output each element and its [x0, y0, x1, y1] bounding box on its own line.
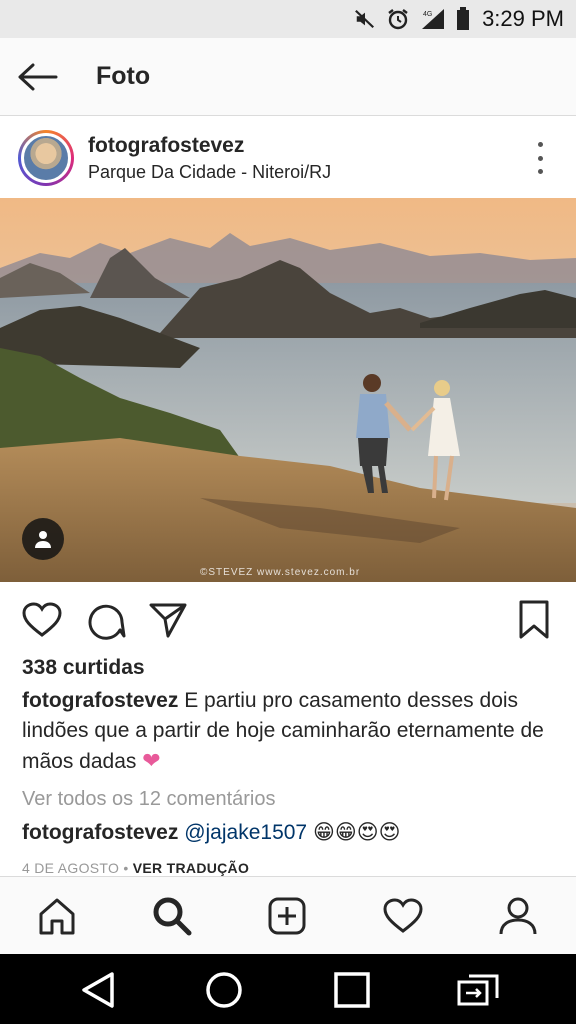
- nav-activity-button[interactable]: [380, 893, 426, 939]
- person-icon: [35, 531, 51, 548]
- status-time: 3:29 PM: [482, 6, 564, 31]
- tag-people-button[interactable]: [22, 518, 64, 560]
- arrow-left-icon: [18, 63, 58, 90]
- add-icon: [268, 897, 306, 935]
- app-bar: Foto: [0, 38, 576, 116]
- screen-cast-icon: [457, 974, 499, 1006]
- nav-profile-button[interactable]: [495, 893, 541, 939]
- home-icon: [39, 898, 75, 935]
- more-options-button[interactable]: [530, 142, 550, 174]
- post-date: 4 DE AGOSTO: [22, 860, 120, 876]
- system-recents-button[interactable]: [330, 968, 374, 1012]
- page-title: Foto: [96, 62, 151, 90]
- post-meta: 4 DE AGOSTO • VER TRADUÇÃO: [22, 860, 249, 876]
- system-navigation-bar: [0, 954, 576, 1024]
- view-all-comments-link[interactable]: Ver todos os 12 comentários: [22, 788, 275, 811]
- meta-separator: •: [119, 860, 133, 876]
- share-icon: [149, 603, 187, 638]
- comment-icon: [88, 604, 126, 640]
- alarm-icon: [386, 7, 410, 31]
- caption-username[interactable]: fotografostevez: [22, 689, 178, 712]
- back-button[interactable]: [0, 38, 76, 116]
- bottom-nav: [0, 876, 576, 954]
- signal-icon: 4G: [420, 7, 446, 31]
- comment-username[interactable]: fotografostevez: [22, 821, 178, 844]
- svg-text:4G: 4G: [423, 11, 432, 18]
- photo-watermark: ©STEVEZ www.stevez.com.br: [200, 567, 361, 578]
- avatar-image: [21, 133, 71, 183]
- activity-icon: [383, 898, 423, 933]
- see-translation-link[interactable]: VER TRADUÇÃO: [133, 860, 249, 876]
- post-location[interactable]: Parque Da Cidade - Niteroi/RJ: [88, 162, 331, 183]
- profile-icon: [499, 897, 537, 935]
- comment-row: fotografostevez @jajake1507 😁😁😍😍: [22, 820, 562, 845]
- post-photo[interactable]: ©STEVEZ www.stevez.com.br: [0, 198, 576, 582]
- post-header: fotografostevez Parque Da Cidade - Niter…: [0, 118, 576, 198]
- dot-icon: [537, 142, 543, 147]
- likes-count[interactable]: 338 curtidas: [22, 656, 145, 680]
- post-username[interactable]: fotografostevez: [88, 134, 331, 158]
- battery-icon: [456, 7, 470, 31]
- like-button[interactable]: [20, 598, 64, 642]
- system-home-button[interactable]: [202, 968, 246, 1012]
- back-icon: [82, 972, 114, 1008]
- comment-button[interactable]: [84, 598, 128, 642]
- search-icon: [153, 897, 192, 936]
- system-cast-button[interactable]: [456, 968, 500, 1012]
- nav-home-button[interactable]: [34, 893, 80, 939]
- share-button[interactable]: [146, 598, 190, 642]
- mute-icon: [354, 8, 376, 30]
- home-circle-icon: [206, 972, 242, 1008]
- post-caption: fotografostevez E partiu pro casamento d…: [22, 686, 558, 777]
- instagram-photo-screen: 4G 3:29 PM Foto fotografostevez Parque D…: [0, 0, 576, 1024]
- nav-search-button[interactable]: [149, 893, 195, 939]
- dot-icon: [537, 169, 543, 174]
- comment-mention[interactable]: @jajake1507: [184, 821, 307, 844]
- avatar[interactable]: [18, 130, 74, 186]
- nav-add-button[interactable]: [264, 893, 310, 939]
- bookmark-icon: [519, 600, 549, 639]
- caption-heart-emoji: ❤: [142, 748, 161, 773]
- photo-landscape: [0, 198, 576, 582]
- system-back-button[interactable]: [76, 968, 120, 1012]
- status-bar: 4G 3:29 PM: [0, 0, 576, 38]
- comment-emojis: 😁😁😍😍: [312, 821, 401, 844]
- heart-icon: [22, 602, 62, 637]
- post-header-text: fotografostevez Parque Da Cidade - Niter…: [88, 134, 331, 183]
- post-actions: [0, 590, 576, 650]
- dot-icon: [537, 155, 543, 161]
- save-button[interactable]: [512, 598, 556, 642]
- recents-icon: [334, 972, 370, 1008]
